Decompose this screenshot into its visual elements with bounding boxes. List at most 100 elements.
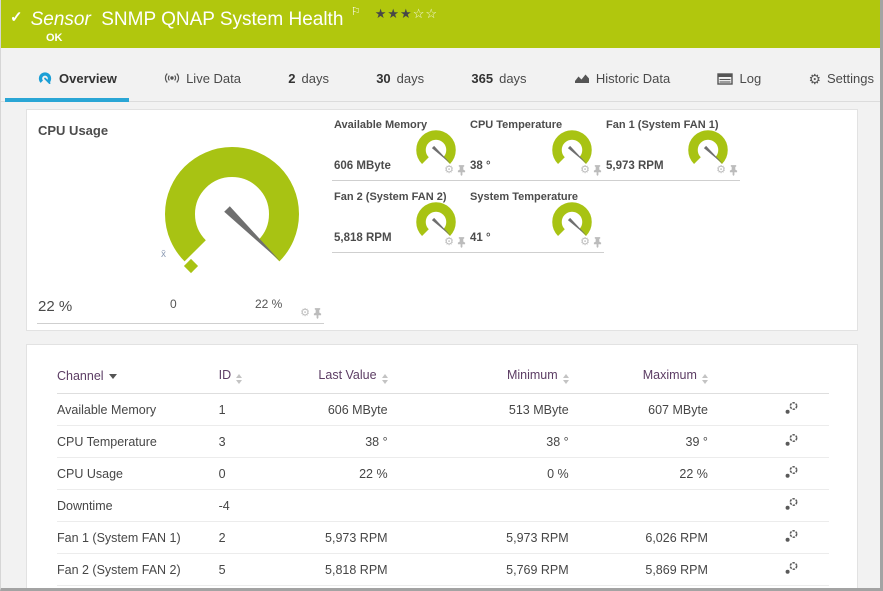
column-header-id[interactable]: ID	[218, 359, 284, 394]
channel-name: Available Memory	[57, 393, 219, 426]
gauge-settings-gear-icon[interactable]: ⚙	[716, 165, 726, 176]
table-row: Available Memory 1 606 MByte 513 MByte 6…	[57, 393, 829, 426]
table-row: Fan 2 (System FAN 2) 5 5,818 RPM 5,769 R…	[57, 553, 829, 586]
edit-channel-icon[interactable]	[784, 497, 799, 514]
column-header-maximum[interactable]: Maximum	[568, 359, 708, 394]
primary-gauge-cpu-usage: CPU Usage x̄ 22 % 0 22 % ⚙	[37, 110, 324, 324]
gauge-settings-gear-icon[interactable]: ⚙	[580, 165, 590, 176]
gauge-settings-gear-icon[interactable]: ⚙	[444, 237, 454, 248]
table-row: Fan 1 (System FAN 1) 2 5,973 RPM 5,973 R…	[57, 521, 829, 554]
gauges-panel: CPU Usage x̄ 22 % 0 22 % ⚙ Available Mem…	[26, 109, 858, 331]
channel-minimum: 41 °	[387, 585, 569, 588]
channel-maximum: 22 %	[568, 457, 708, 490]
small-gauges-grid: Available Memory 606 MByte ⚙ CPU Tempera…	[324, 110, 857, 330]
gauge-current-value: 5,973 RPM	[606, 160, 664, 172]
tab-label: days	[396, 71, 425, 86]
gauge-current-value: 606 MByte	[334, 160, 391, 172]
tab-2-days[interactable]: 2 days	[286, 71, 331, 101]
small-gauge	[552, 202, 592, 236]
average-marker: x̄	[161, 249, 166, 260]
channel-id: -4	[218, 489, 284, 522]
table-row: CPU Usage 0 22 % 0 % 22 %	[57, 457, 829, 490]
tab-historic-data[interactable]: Historic Data	[572, 71, 672, 101]
channel-last-value: 38 °	[283, 425, 388, 458]
stars-empty: ☆☆	[412, 6, 439, 21]
channel-maximum: 5,869 RPM	[568, 553, 708, 586]
sensor-header-banner: ✓ Sensor SNMP QNAP System Health ⚐ ★★★☆☆…	[1, 0, 880, 48]
small-gauge	[416, 202, 456, 236]
tab-30-days[interactable]: 30 days	[374, 71, 426, 101]
tab-settings[interactable]: ⚙ Settings	[806, 71, 876, 101]
tab-label: days	[499, 71, 527, 86]
channel-maximum: 6,026 RPM	[568, 521, 708, 554]
channel-id: 4	[218, 585, 284, 588]
gauge-cell-fan-2: Fan 2 (System FAN 2) 5,818 RPM ⚙	[332, 182, 468, 253]
channel-minimum: 38 °	[387, 425, 569, 458]
gauge-current-value: 22 %	[38, 298, 73, 315]
pin-icon[interactable]	[457, 237, 466, 248]
gauge-current-value: 5,818 RPM	[334, 232, 392, 244]
channel-name: Downtime	[57, 489, 219, 522]
column-header-last-value[interactable]: Last Value	[283, 359, 388, 394]
pin-icon[interactable]	[593, 237, 602, 248]
gauge-settings-gear-icon[interactable]: ⚙	[580, 237, 590, 248]
column-header-channel[interactable]: Channel	[57, 359, 219, 394]
tab-number: 365	[471, 71, 494, 86]
cpu-usage-gauge	[165, 147, 299, 274]
channel-name: Fan 2 (System FAN 2)	[57, 553, 219, 586]
gauge-cell-system-temperature: System Temperature 41 ° ⚙	[468, 182, 604, 253]
channel-last-value: 22 %	[283, 457, 388, 490]
edit-channel-icon[interactable]	[784, 529, 799, 546]
gauge-cell-available-memory: Available Memory 606 MByte ⚙	[332, 110, 468, 181]
channels-table: Channel ID Last Value Minimum Maximum Av…	[57, 359, 829, 588]
channel-id: 1	[218, 393, 284, 426]
sort-icon	[701, 374, 708, 384]
tab-label: Log	[739, 71, 762, 86]
pin-icon[interactable]	[457, 165, 466, 176]
channel-id: 0	[218, 457, 284, 490]
gauge-icon	[37, 70, 53, 86]
pin-icon[interactable]	[729, 165, 738, 176]
channel-name: CPU Temperature	[57, 425, 219, 458]
gauge-cell-fan-1: Fan 1 (System FAN 1) 5,973 RPM ⚙	[604, 110, 740, 181]
priority-stars[interactable]: ★★★☆☆	[375, 6, 438, 22]
channel-minimum: 5,973 RPM	[387, 521, 569, 554]
gauge-settings-gear-icon[interactable]: ⚙	[444, 165, 454, 176]
edit-channel-icon[interactable]	[784, 465, 799, 482]
stars-filled: ★★★	[374, 6, 413, 21]
sensor-title: SNMP QNAP System Health	[101, 9, 344, 30]
channel-name: CPU Usage	[57, 457, 219, 490]
column-header-minimum[interactable]: Minimum	[387, 359, 569, 394]
channel-last-value: 5,973 RPM	[283, 521, 388, 554]
channel-maximum: 41 °	[568, 585, 708, 588]
small-gauge	[416, 130, 456, 164]
small-gauge	[552, 130, 592, 164]
sort-icon	[562, 374, 569, 384]
tab-live-data[interactable]: Live Data	[162, 70, 243, 101]
tab-log[interactable]: Log	[715, 71, 763, 101]
tab-label: Historic Data	[595, 71, 671, 86]
prtg-sensor-page: ✓ Sensor SNMP QNAP System Health ⚐ ★★★☆☆…	[0, 0, 883, 591]
tab-365-days[interactable]: 365 days	[469, 71, 528, 101]
tab-label: days	[301, 71, 329, 86]
channel-minimum	[387, 489, 569, 522]
table-row: System Temperature 4 41 ° 41 ° 41 °	[57, 585, 829, 588]
status-badge: OK	[46, 32, 63, 44]
chart-icon	[574, 72, 590, 85]
channels-panel: Channel ID Last Value Minimum Maximum Av…	[26, 344, 858, 588]
channel-maximum	[568, 489, 708, 522]
edit-channel-icon[interactable]	[784, 561, 799, 578]
sort-icon	[236, 374, 243, 384]
gauge-settings-gear-icon[interactable]: ⚙	[300, 308, 310, 319]
edit-channel-icon[interactable]	[784, 401, 799, 418]
small-gauge	[688, 130, 728, 164]
edit-channel-icon[interactable]	[784, 433, 799, 450]
channel-minimum: 5,769 RPM	[387, 553, 569, 586]
pin-icon[interactable]	[313, 308, 322, 319]
pin-icon[interactable]	[593, 165, 602, 176]
gauge-current-value: 38 °	[470, 160, 491, 172]
channel-last-value: 5,818 RPM	[283, 553, 388, 586]
tab-overview[interactable]: Overview	[5, 70, 129, 102]
flag-icon[interactable]: ⚐	[351, 6, 361, 18]
tab-bar: Overview Live Data 2 days 30 days 365 da…	[1, 48, 880, 102]
